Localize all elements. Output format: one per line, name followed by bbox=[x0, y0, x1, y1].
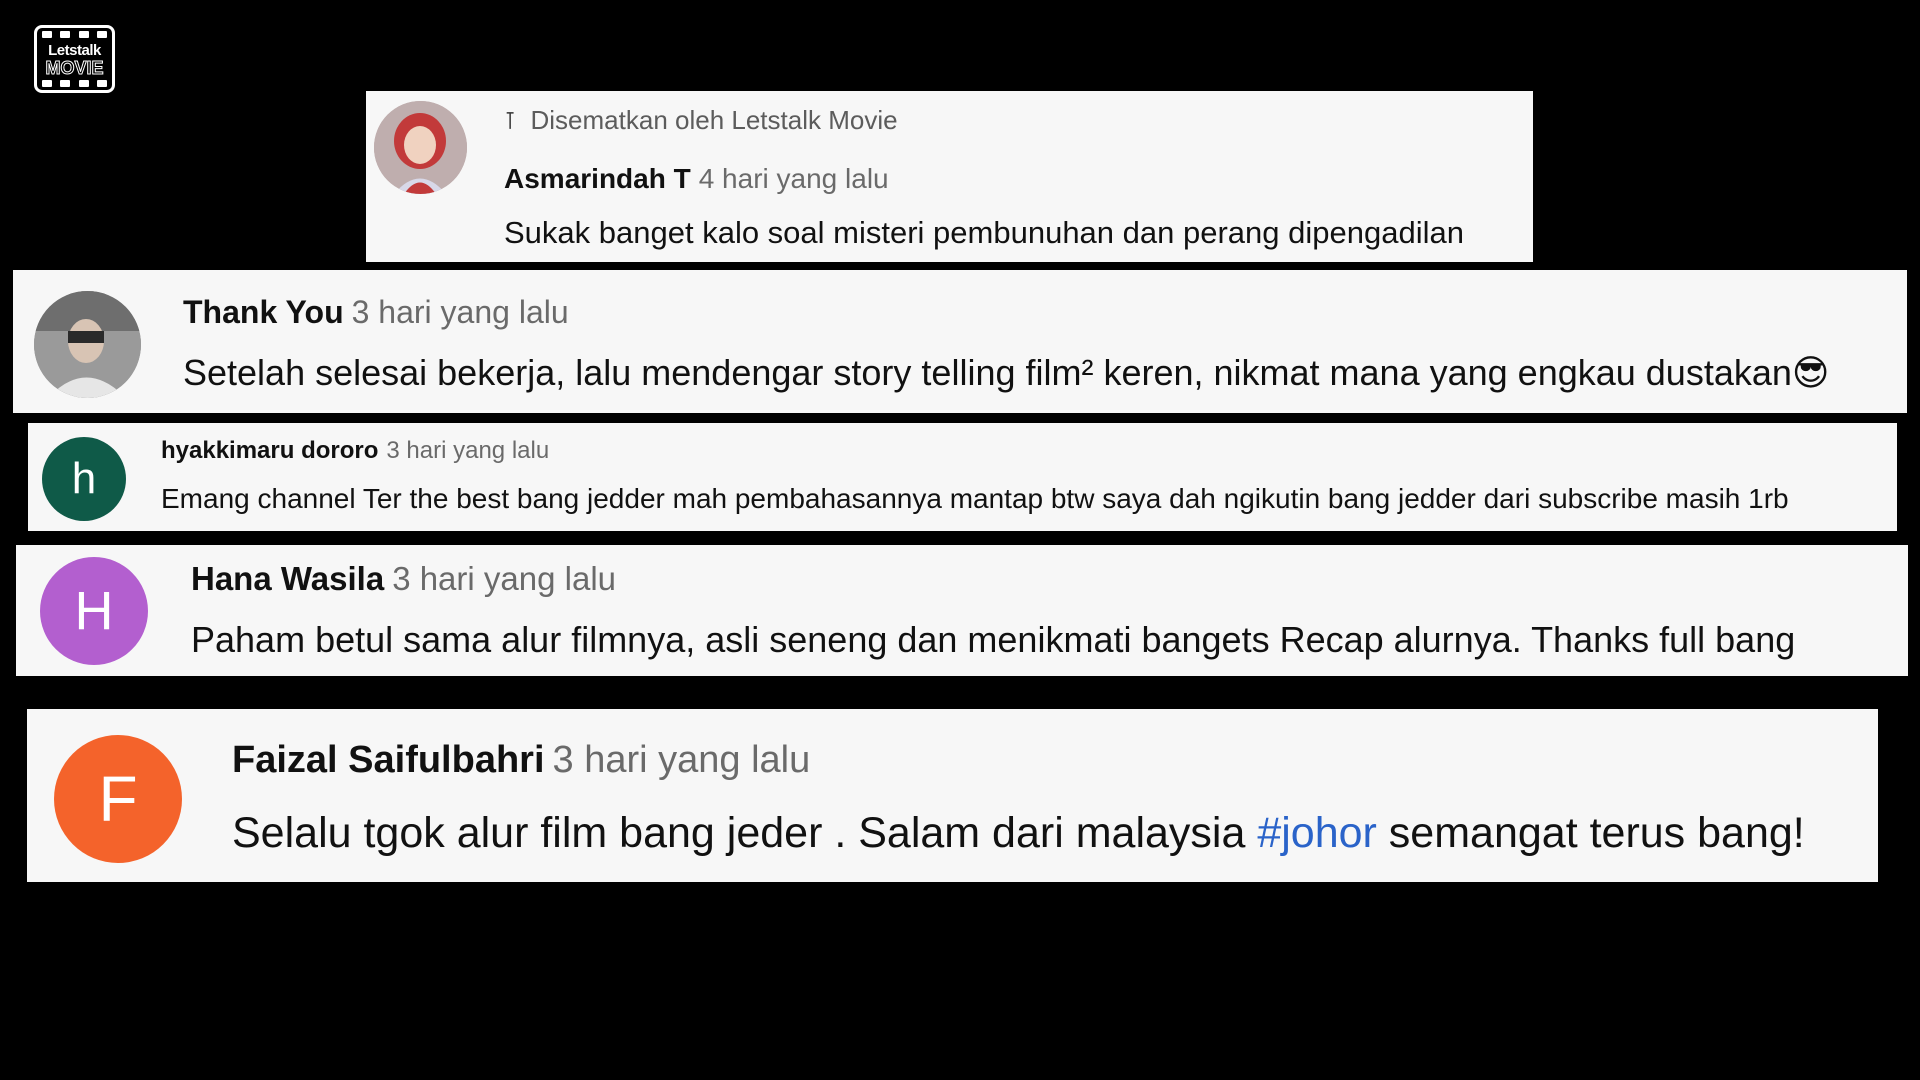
avatar[interactable]: H bbox=[40, 557, 148, 665]
comment-meta: Hana Wasila 3 hari yang lalu bbox=[191, 560, 616, 598]
avatar[interactable] bbox=[34, 291, 141, 398]
avatar[interactable]: F bbox=[54, 735, 182, 863]
pinned-text: Disematkan oleh Letstalk Movie bbox=[530, 105, 898, 135]
comment-time[interactable]: 3 hari yang lalu bbox=[392, 560, 616, 597]
comment-text: Emang channel Ter the best bang jedder m… bbox=[161, 483, 1789, 514]
comment-card: H Hana Wasila 3 hari yang lalu Paham betu… bbox=[16, 545, 1908, 676]
comment-text: Sukak banget kalo soal misteri pembunuha… bbox=[504, 215, 1464, 250]
pinned-label: ⊺ Disematkan oleh Letstalk Movie bbox=[504, 105, 898, 136]
comment-text-before: Selalu tgok alur film bang jeder . Salam… bbox=[232, 809, 1258, 857]
avatar-letter: H bbox=[74, 581, 114, 641]
comment-card: Thank You 3 hari yang lalu Setelah selesa… bbox=[13, 270, 1907, 413]
video-frame: Letstalk MOVIE ⊺ Disematkan oleh Letstalk… bbox=[0, 0, 1920, 1080]
film-perforation-top bbox=[42, 31, 107, 38]
comment-author[interactable]: Hana Wasila bbox=[191, 560, 384, 597]
comment-meta: hyakkimaru dororo 3 hari yang lalu bbox=[161, 437, 549, 465]
comment-author[interactable]: hyakkimaru dororo bbox=[161, 437, 378, 464]
avatar[interactable]: h bbox=[42, 437, 126, 521]
comment-time[interactable]: 3 hari yang lalu bbox=[553, 739, 811, 781]
comment-card: h hyakkimaru dororo 3 hari yang lalu Eman… bbox=[28, 423, 1897, 531]
comment-meta: Faizal Saifulbahri 3 hari yang lalu bbox=[232, 739, 810, 782]
comment-author[interactable]: Faizal Saifulbahri bbox=[232, 739, 545, 781]
film-perforation-bottom bbox=[42, 80, 107, 87]
logo-text-line1: Letstalk bbox=[48, 42, 101, 59]
comment-text: Setelah selesai bekerja, lalu mendengar … bbox=[183, 352, 1830, 393]
comment-text: Selalu tgok alur film bang jeder . Salam… bbox=[232, 809, 1805, 858]
avatar[interactable] bbox=[374, 101, 467, 194]
comment-meta: Thank You 3 hari yang lalu bbox=[183, 294, 569, 331]
comment-text: Paham betul sama alur filmnya, asli sene… bbox=[191, 619, 1796, 660]
comment-time[interactable]: 3 hari yang lalu bbox=[352, 294, 569, 330]
logo-text-line2: MOVIE bbox=[45, 58, 104, 78]
avatar-letter: h bbox=[71, 454, 97, 503]
comment-meta: Asmarindah T 4 hari yang lalu bbox=[504, 163, 889, 195]
avatar-photo-icon bbox=[34, 291, 141, 398]
comment-time[interactable]: 3 hari yang lalu bbox=[386, 437, 549, 464]
comment-author[interactable]: Asmarindah T bbox=[504, 163, 691, 194]
hashtag-link[interactable]: #johor bbox=[1257, 809, 1377, 857]
avatar-letter: F bbox=[98, 763, 138, 835]
pin-icon: ⊺ bbox=[504, 108, 517, 135]
comment-card: ⊺ Disematkan oleh Letstalk Movie Asmarind… bbox=[366, 91, 1533, 262]
comment-card: F Faizal Saifulbahri 3 hari yang lalu Sel… bbox=[27, 709, 1878, 882]
channel-logo: Letstalk MOVIE bbox=[34, 25, 115, 93]
avatar-photo-icon bbox=[374, 101, 467, 194]
comment-text-after: semangat terus bang! bbox=[1376, 809, 1805, 857]
comment-author[interactable]: Thank You bbox=[183, 294, 344, 330]
comment-time[interactable]: 4 hari yang lalu bbox=[699, 163, 889, 194]
